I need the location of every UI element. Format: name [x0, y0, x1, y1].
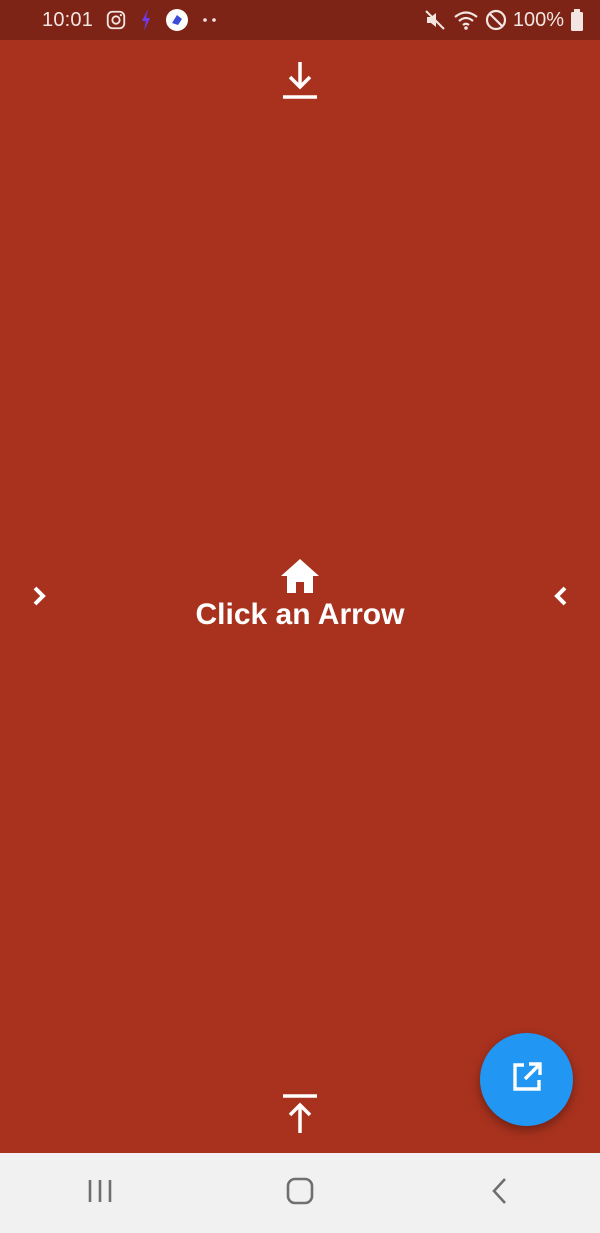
battery-percent: 100% — [512, 8, 564, 31]
recent-apps-button[interactable] — [70, 1163, 130, 1223]
system-nav-bar — [0, 1153, 600, 1233]
status-time: 10:01 — [42, 8, 94, 31]
status-left: 10:01 — [42, 8, 219, 32]
home-icon — [278, 556, 322, 596]
status-bar: 10:01 100% — [0, 0, 600, 40]
back-button[interactable] — [470, 1163, 530, 1223]
do-not-disturb-icon — [485, 9, 507, 31]
home-button-icon — [285, 1176, 315, 1211]
home-button[interactable] — [270, 1163, 330, 1223]
back-icon — [485, 1176, 515, 1211]
more-dots-icon — [201, 16, 219, 24]
open-in-new-button[interactable] — [480, 1033, 573, 1126]
instagram-icon — [105, 9, 127, 31]
app-screen: 10:01 100% Click an Arrow — [0, 0, 600, 1233]
main-content: Click an Arrow — [0, 40, 600, 1153]
open-in-new-icon — [510, 1060, 544, 1099]
recent-apps-icon — [85, 1176, 115, 1211]
center-block: Click an Arrow — [0, 556, 600, 632]
app-icon — [165, 8, 189, 32]
wifi-icon — [453, 9, 479, 31]
mute-icon — [423, 8, 447, 32]
arrow-upward-icon[interactable] — [280, 1092, 320, 1136]
status-right: 100% — [423, 8, 584, 32]
page-title: Click an Arrow — [195, 598, 405, 631]
arrow-downward-icon[interactable] — [280, 58, 320, 102]
battery-icon — [570, 8, 584, 32]
bolt-icon — [139, 8, 153, 32]
